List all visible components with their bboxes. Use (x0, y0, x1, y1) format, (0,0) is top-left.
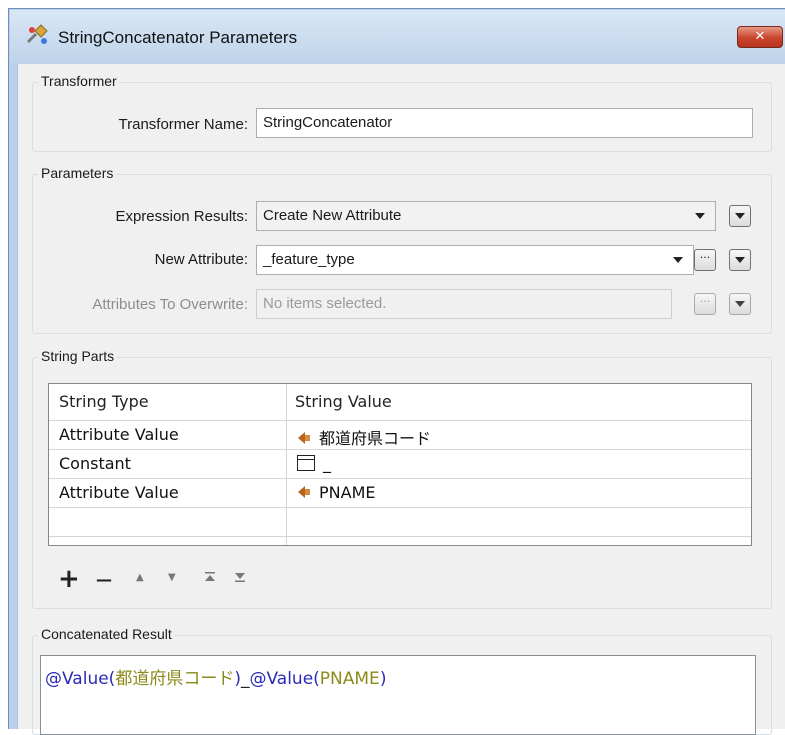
close-icon: ✕ (754, 29, 766, 44)
table-row[interactable]: Attribute Value 都道府県コード (49, 421, 751, 450)
column-header-string-value[interactable]: String Value (295, 392, 392, 411)
move-down-icon[interactable]: ▼ (168, 572, 176, 583)
move-to-bottom-icon[interactable] (234, 572, 246, 582)
table-row[interactable]: Constant _ (49, 450, 751, 479)
ellipsis-icon: ··· (699, 295, 711, 308)
column-header-string-type[interactable]: String Type (59, 392, 149, 411)
ellipsis-icon: ··· (699, 251, 711, 264)
table-row[interactable] (49, 508, 751, 537)
expression-results-menu-button[interactable] (729, 205, 751, 227)
expression-token: PNAME (319, 669, 380, 689)
remove-row-icon[interactable]: — (96, 570, 112, 589)
new-attribute-ellipsis-button[interactable]: ··· (694, 249, 716, 271)
chevron-down-icon (735, 213, 745, 219)
attributes-overwrite-input[interactable]: No items selected. (256, 289, 672, 319)
constant-icon (297, 455, 315, 471)
chevron-down-icon (673, 257, 683, 263)
concatenated-result-label: Concatenated Result (38, 626, 175, 642)
attributes-overwrite-label: Attributes To Overwrite: (92, 296, 248, 313)
transformer-name-input[interactable]: StringConcatenator (256, 108, 753, 138)
chevron-down-icon (735, 257, 745, 263)
string-parts-group-label: String Parts (38, 348, 118, 364)
attribute-icon (298, 486, 310, 498)
transformer-icon (26, 24, 48, 44)
parameters-group-label: Parameters (38, 165, 117, 181)
attribute-icon (298, 432, 310, 444)
move-up-icon[interactable]: ▲ (136, 572, 144, 583)
table-header: String Type String Value (49, 384, 751, 421)
string-parts-table: String Type String Value Attribute Value… (48, 383, 752, 546)
chevron-down-icon (695, 213, 705, 219)
transformer-group-label: Transformer (38, 73, 120, 89)
new-attribute-label: New Attribute: (154, 251, 248, 268)
add-row-icon[interactable]: + (58, 564, 80, 594)
expression-token: @Value( (249, 669, 320, 689)
attributes-overwrite-menu-button[interactable] (729, 293, 751, 315)
window-title: StringConcatenator Parameters (58, 28, 298, 47)
title-bar[interactable]: StringConcatenator Parameters ✕ (10, 10, 785, 64)
expression-token: @Value( (45, 669, 116, 689)
expression-token: 都道府県コード (115, 669, 235, 689)
expression-token: ) (234, 669, 241, 689)
close-button[interactable]: ✕ (737, 26, 783, 48)
move-to-top-icon[interactable] (204, 572, 216, 582)
expression-results-label: Expression Results: (115, 208, 248, 225)
table-row[interactable]: Attribute Value PNAME (49, 479, 751, 508)
attributes-overwrite-ellipsis-button[interactable]: ··· (694, 293, 716, 315)
expression-results-select[interactable]: Create New Attribute (256, 201, 716, 231)
new-attribute-combo[interactable]: _feature_type (256, 245, 694, 275)
concatenated-result-editor[interactable]: @Value(都道府県コード)_@Value(PNAME) (40, 655, 756, 735)
expression-token: ) (379, 669, 387, 689)
transformer-name-label: Transformer Name: (118, 116, 248, 133)
new-attribute-menu-button[interactable] (729, 249, 751, 271)
dialog-content: Transformer Transformer Name: StringConc… (18, 64, 785, 735)
chevron-down-icon (735, 301, 745, 307)
